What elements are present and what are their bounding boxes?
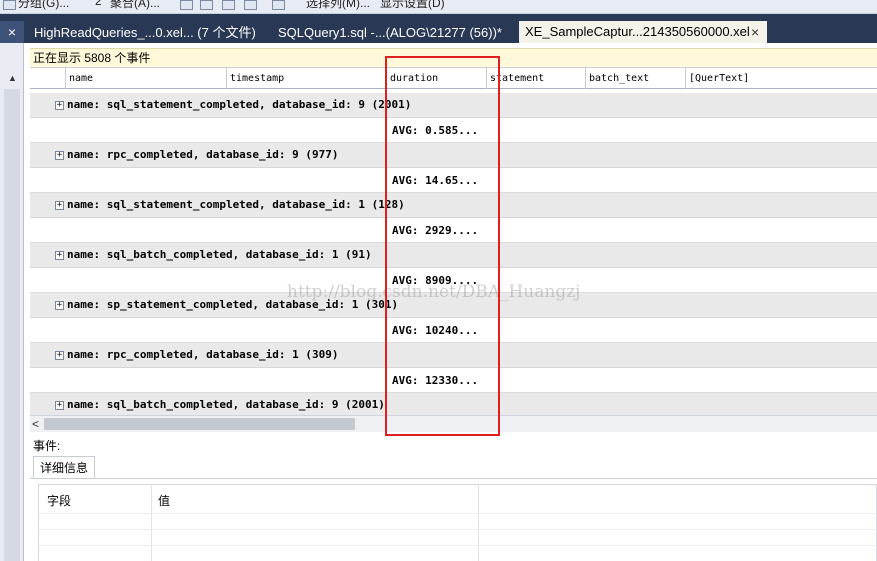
expand-icon[interactable]: + [55,401,64,410]
aggregate-row[interactable]: AVG: 8909.... [30,268,877,293]
header-spacer [30,68,66,89]
details-grid: 字段 值 [38,484,877,561]
close-icon[interactable]: × [0,21,24,43]
refresh-icon[interactable] [244,0,257,10]
details-divider [39,513,877,514]
columns-icon[interactable] [272,0,285,10]
duration-avg: AVG: 8909.... [392,274,479,287]
toolbar-group[interactable]: 分组(G)... [18,0,69,11]
undo-icon[interactable] [200,0,213,10]
column-header-batch-text[interactable]: batch_text [586,68,686,89]
expand-icon[interactable]: + [55,151,64,160]
group-row[interactable]: + name: sql_batch_completed, database_id… [30,393,877,415]
aggregate-row[interactable]: AVG: 12330... [30,368,877,393]
tab-label: XE_SampleCaptur...214350560000.xel [525,24,750,39]
expand-icon[interactable]: + [55,201,64,210]
scroll-left-icon[interactable]: < [32,416,39,432]
group-row[interactable]: + name: sql_statement_completed, databas… [30,93,877,118]
group-row[interactable]: + name: rpc_completed, database_id: 1 (3… [30,343,877,368]
group-row[interactable]: + name: sql_statement_completed, databas… [30,193,877,218]
group-row[interactable]: + name: sp_statement_completed, database… [30,293,877,318]
details-header-field[interactable]: 字段 [47,492,71,509]
aggregate-row[interactable]: AVG: 0.585... [30,118,877,143]
group-label: name: sql_statement_completed, database_… [67,198,405,211]
group-label: name: sp_statement_completed, database_i… [67,298,399,311]
event-grid: name timestamp duration statement batch_… [30,67,877,415]
event-label: 事件: [33,439,61,453]
column-header-timestamp[interactable]: timestamp [227,68,387,89]
group-label: name: rpc_completed, database_id: 1 (309… [67,348,339,361]
group-icon[interactable] [3,0,16,10]
group-label: name: sql_batch_completed, database_id: … [67,398,385,411]
details-value-column [152,485,479,561]
details-divider [39,545,877,546]
horizontal-scrollbar[interactable]: < [30,415,877,432]
toolbar-count: 2 [95,0,102,8]
tab-sqlquery1[interactable]: SQLQuery1.sql -...(ALOG\21277 (56))* [278,22,502,43]
tab-highreadqueries[interactable]: HighReadQueries_...0.xel... (7 个文件) [34,22,256,43]
toolbar-display-settings[interactable]: 显示设置(D) [380,0,445,11]
expand-icon[interactable]: + [55,101,64,110]
redo-icon[interactable] [222,0,235,10]
group-row[interactable]: + name: rpc_completed, database_id: 9 (9… [30,143,877,168]
document-tab-bar: × HighReadQueries_...0.xel... (7 个文件) SQ… [0,14,877,43]
column-header-name[interactable]: name [66,68,227,89]
tab-details[interactable]: 详细信息 [33,456,95,479]
toolbar-aggregate[interactable]: 聚合(A)... [110,0,160,11]
group-label: name: rpc_completed, database_id: 9 (977… [67,148,339,161]
group-row[interactable]: + name: sql_batch_completed, database_id… [30,243,877,268]
group-label: name: sql_batch_completed, database_id: … [67,248,372,261]
duration-avg: AVG: 14.65... [392,174,479,187]
column-header-statement[interactable]: statement [487,68,586,89]
duration-avg: AVG: 10240... [392,324,479,337]
collapse-arrow-icon[interactable]: ▲ [8,73,17,83]
status-bar: 正在显示 5808 个事件 [30,48,877,67]
grid-header: name timestamp duration statement batch_… [30,67,877,89]
window-icon[interactable] [180,0,193,10]
expand-icon[interactable]: + [55,301,64,310]
duration-avg: AVG: 12330... [392,374,479,387]
aggregate-row[interactable]: AVG: 2929.... [30,218,877,243]
close-tab-icon[interactable]: × [751,21,759,43]
details-divider [39,529,877,530]
aggregate-row[interactable]: AVG: 10240... [30,318,877,343]
toolbar: 分组(G)... 2 聚合(A)... 选择列(M)... 显示设置(D) [0,0,877,14]
left-gutter: ▲ [0,43,24,561]
scroll-thumb[interactable] [44,418,355,430]
vertical-strip [4,89,20,561]
group-label: name: sql_statement_completed, database_… [67,98,412,111]
expand-icon[interactable]: + [55,351,64,360]
column-header-quertext[interactable]: [QuerText] [686,68,877,89]
tab-xe-samplecapture[interactable]: XE_SampleCaptur...214350560000.xel × [519,21,767,43]
duration-avg: AVG: 0.585... [392,124,479,137]
details-header-value[interactable]: 值 [158,492,170,509]
aggregate-row[interactable]: AVG: 14.65... [30,168,877,193]
column-header-duration[interactable]: duration [387,68,487,89]
expand-icon[interactable]: + [55,251,64,260]
duration-avg: AVG: 2929.... [392,224,479,237]
details-panel: 字段 值 [30,478,877,561]
toolbar-choose-columns[interactable]: 选择列(M)... [306,0,370,11]
